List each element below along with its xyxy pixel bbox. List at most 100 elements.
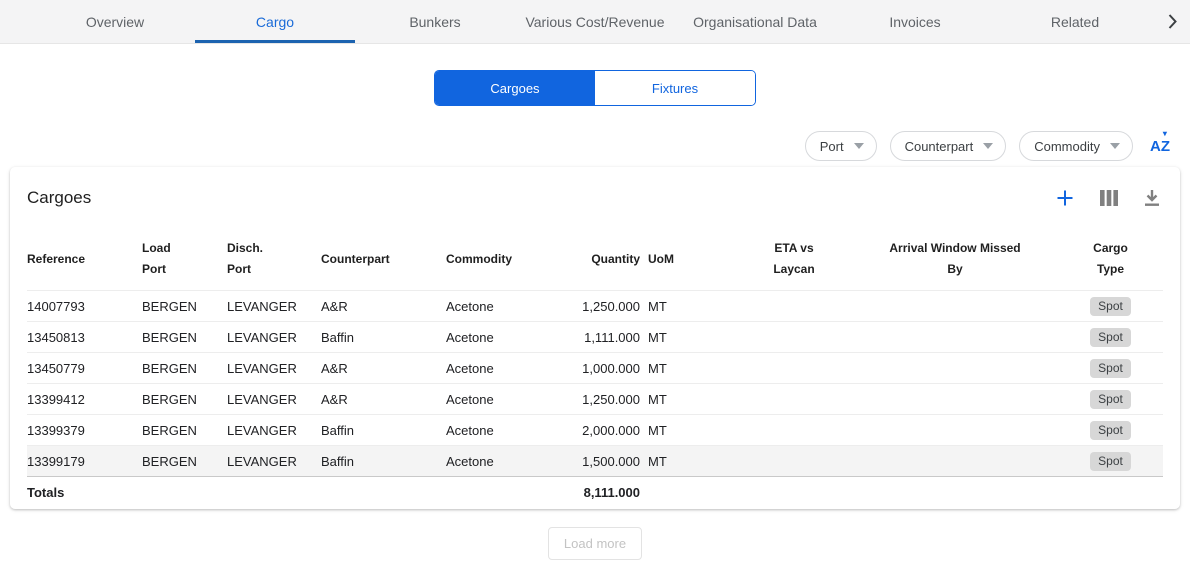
tab-bunkers[interactable]: Bunkers — [355, 0, 515, 43]
download-button[interactable] — [1144, 190, 1160, 207]
cell-reference: 13399379 — [27, 415, 142, 446]
cell-counterpart: Baffin — [321, 415, 446, 446]
col-header-arrival-window-missed-by: Arrival Window MissedBy — [852, 229, 1058, 291]
cell-commodity: Acetone — [446, 353, 556, 384]
toggle-fixtures-button[interactable]: Fixtures — [595, 71, 755, 105]
chevron-right-icon — [1168, 14, 1177, 29]
totals-label: Totals — [27, 477, 142, 509]
cell-load-port: BERGEN — [142, 353, 227, 384]
chevron-down-icon — [854, 143, 864, 149]
chevron-down-icon — [983, 143, 993, 149]
cell-uom: MT — [648, 322, 736, 353]
table-row[interactable]: 13450779BERGENLEVANGERA&RAcetone1,000.00… — [27, 353, 1163, 384]
table-row[interactable]: 13399412BERGENLEVANGERA&RAcetone1,250.00… — [27, 384, 1163, 415]
cell-commodity: Acetone — [446, 384, 556, 415]
cell-eta-vs-laycan — [736, 384, 852, 415]
cell-cargo-type: Spot — [1058, 322, 1163, 353]
cell-arrival-window-missed-by — [852, 415, 1058, 446]
tab-label: Organisational Data — [693, 14, 817, 30]
table-row[interactable]: 13450813BERGENLEVANGERBaffinAcetone1,111… — [27, 322, 1163, 353]
cell-counterpart: Baffin — [321, 446, 446, 477]
table-row[interactable]: 14007793BERGENLEVANGERA&RAcetone1,250.00… — [27, 291, 1163, 322]
nav-more-button[interactable] — [1155, 0, 1190, 43]
tab-organisational-data[interactable]: Organisational Data — [675, 0, 835, 43]
tab-invoices[interactable]: Invoices — [835, 0, 995, 43]
cell-reference: 14007793 — [27, 291, 142, 322]
filter-chip-counterpart[interactable]: Counterpart — [890, 131, 1007, 161]
cell-eta-vs-laycan — [736, 446, 852, 477]
cell-load-port: BERGEN — [142, 446, 227, 477]
top-nav-bar: Overview Cargo Bunkers Various Cost/Revenue… — [0, 0, 1190, 44]
tab-label: Overview — [86, 14, 144, 30]
cell-arrival-window-missed-by — [852, 322, 1058, 353]
cell-reference: 13450779 — [27, 353, 142, 384]
tab-various-cost-revenue[interactable]: Various Cost/Revenue — [515, 0, 675, 43]
col-header-cargo-type: CargoType — [1058, 229, 1163, 291]
add-cargo-button[interactable] — [1056, 189, 1074, 207]
tab-related[interactable]: Related — [995, 0, 1155, 43]
view-toggle: Cargoes Fixtures — [434, 70, 756, 106]
cell-cargo-type: Spot — [1058, 446, 1163, 477]
table-body: 14007793BERGENLEVANGERA&RAcetone1,250.00… — [27, 291, 1163, 477]
tab-label: Bunkers — [409, 14, 460, 30]
download-icon — [1144, 190, 1160, 207]
tab-cargo[interactable]: Cargo — [195, 0, 355, 43]
cell-counterpart: Baffin — [321, 322, 446, 353]
cell-arrival-window-missed-by — [852, 384, 1058, 415]
tab-label: Related — [1051, 14, 1099, 30]
cell-counterpart: A&R — [321, 384, 446, 415]
cell-quantity: 1,500.000 — [556, 446, 648, 477]
tab-label: Cargo — [256, 14, 294, 30]
cell-uom: MT — [648, 415, 736, 446]
cell-load-port: BERGEN — [142, 415, 227, 446]
cell-commodity: Acetone — [446, 291, 556, 322]
table-row[interactable]: 13399379BERGENLEVANGERBaffinAcetone2,000… — [27, 415, 1163, 446]
cell-uom: MT — [648, 353, 736, 384]
cell-load-port: BERGEN — [142, 322, 227, 353]
cargo-type-badge: Spot — [1090, 421, 1131, 440]
cell-disch-port: LEVANGER — [227, 322, 321, 353]
table-row[interactable]: 13399179BERGENLEVANGERBaffinAcetone1,500… — [27, 446, 1163, 477]
cargo-type-badge: Spot — [1090, 359, 1131, 378]
cargoes-table: ReferenceLoadPortDisch.PortCounterpartCo… — [27, 229, 1163, 509]
sort-alphabetical-icon[interactable]: AZ — [1150, 138, 1170, 155]
cargo-type-badge: Spot — [1090, 297, 1131, 316]
filter-chips: Port Counterpart Commodity — [805, 131, 1133, 161]
filter-chip-label: Port — [820, 139, 844, 154]
cell-commodity: Acetone — [446, 446, 556, 477]
card-header: Cargoes — [10, 167, 1180, 229]
col-header-load-port: LoadPort — [142, 229, 227, 291]
tab-label: Invoices — [889, 14, 940, 30]
columns-button[interactable] — [1100, 190, 1118, 206]
filter-chip-commodity[interactable]: Commodity — [1019, 131, 1133, 161]
load-more-row: Load more — [0, 527, 1190, 560]
cell-cargo-type: Spot — [1058, 384, 1163, 415]
col-header-eta-vs-laycan: ETA vsLaycan — [736, 229, 852, 291]
col-header-uom: UoM — [648, 229, 736, 291]
tab-overview[interactable]: Overview — [35, 0, 195, 43]
cell-disch-port: LEVANGER — [227, 446, 321, 477]
cell-disch-port: LEVANGER — [227, 384, 321, 415]
totals-quantity: 8,111.000 — [556, 477, 648, 509]
cell-disch-port: LEVANGER — [227, 415, 321, 446]
cell-load-port: BERGEN — [142, 291, 227, 322]
filter-chip-label: Counterpart — [905, 139, 974, 154]
cell-arrival-window-missed-by — [852, 446, 1058, 477]
cell-commodity: Acetone — [446, 415, 556, 446]
load-more-button[interactable]: Load more — [548, 527, 642, 560]
cargo-type-badge: Spot — [1090, 390, 1131, 409]
cell-disch-port: LEVANGER — [227, 291, 321, 322]
filter-chip-port[interactable]: Port — [805, 131, 877, 161]
totals-row: Totals 8,111.000 — [27, 477, 1163, 509]
cargo-type-badge: Spot — [1090, 328, 1131, 347]
cell-reference: 13399412 — [27, 384, 142, 415]
cell-arrival-window-missed-by — [852, 353, 1058, 384]
cell-uom: MT — [648, 384, 736, 415]
cell-disch-port: LEVANGER — [227, 353, 321, 384]
cell-eta-vs-laycan — [736, 291, 852, 322]
cell-eta-vs-laycan — [736, 322, 852, 353]
header-row: ReferenceLoadPortDisch.PortCounterpartCo… — [27, 229, 1163, 291]
nav-tabs: Overview Cargo Bunkers Various Cost/Revenue… — [35, 0, 1155, 43]
toggle-cargoes-button[interactable]: Cargoes — [435, 71, 595, 105]
cell-quantity: 1,250.000 — [556, 384, 648, 415]
